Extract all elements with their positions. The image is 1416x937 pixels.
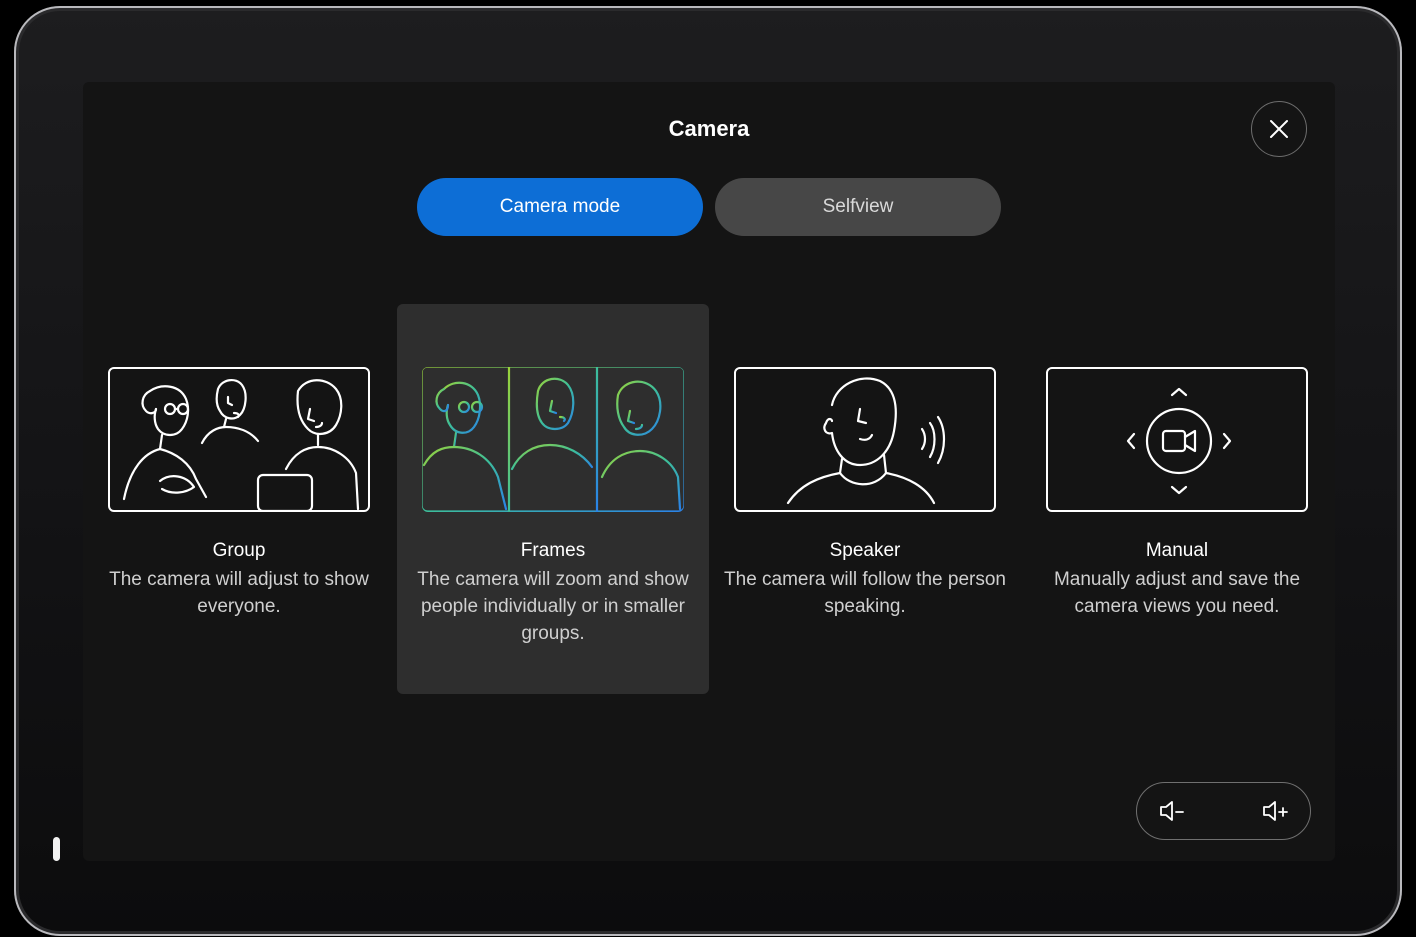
volume-down-icon: [1160, 801, 1184, 821]
camera-panel: Camera Camera mode Selfview Group The ca…: [83, 82, 1335, 861]
close-button[interactable]: [1251, 101, 1307, 157]
mode-option-manual[interactable]: Manual Manually adjust and save the came…: [1021, 304, 1333, 694]
speaker-illustration-icon: [786, 377, 946, 505]
speaker-illustration: [734, 367, 996, 512]
mode-option-group[interactable]: Group The camera will adjust to show eve…: [83, 304, 395, 694]
manual-illustration-icon: [1126, 387, 1232, 495]
mode-description: The camera will follow the person speaki…: [724, 569, 1006, 617]
mode-description: The camera will adjust to show everyone.: [109, 569, 369, 617]
frames-illustration: [422, 367, 684, 512]
group-illustration: [108, 367, 370, 512]
volume-up-button[interactable]: [1258, 794, 1292, 828]
group-illustration-icon: [122, 379, 360, 510]
volume-up-icon: [1263, 801, 1288, 821]
mode-name: Frames: [520, 540, 586, 561]
mode-description: The camera will zoom and show people ind…: [417, 569, 689, 644]
page-title: Camera: [668, 116, 750, 141]
mode-name: Group: [212, 540, 266, 561]
volume-down-button[interactable]: [1155, 794, 1189, 828]
tab-selfview[interactable]: Selfview: [715, 178, 1001, 236]
frames-illustration-icon: [422, 367, 684, 512]
volume-control: [1136, 782, 1311, 840]
camera-mode-options: Group The camera will adjust to show eve…: [83, 304, 1335, 694]
mode-description: Manually adjust and save the camera view…: [1053, 569, 1301, 617]
manual-illustration: [1046, 367, 1308, 512]
close-icon: [1270, 120, 1288, 138]
mode-name: Manual: [1145, 540, 1209, 561]
mode-tabs: Camera mode Selfview: [417, 178, 1001, 236]
mode-option-frames[interactable]: Frames The camera will zoom and show peo…: [397, 304, 709, 694]
mode-option-speaker[interactable]: Speaker The camera will follow the perso…: [709, 304, 1021, 694]
mode-name: Speaker: [829, 540, 901, 561]
tab-camera-mode[interactable]: Camera mode: [417, 178, 703, 236]
home-indicator: [53, 837, 60, 861]
